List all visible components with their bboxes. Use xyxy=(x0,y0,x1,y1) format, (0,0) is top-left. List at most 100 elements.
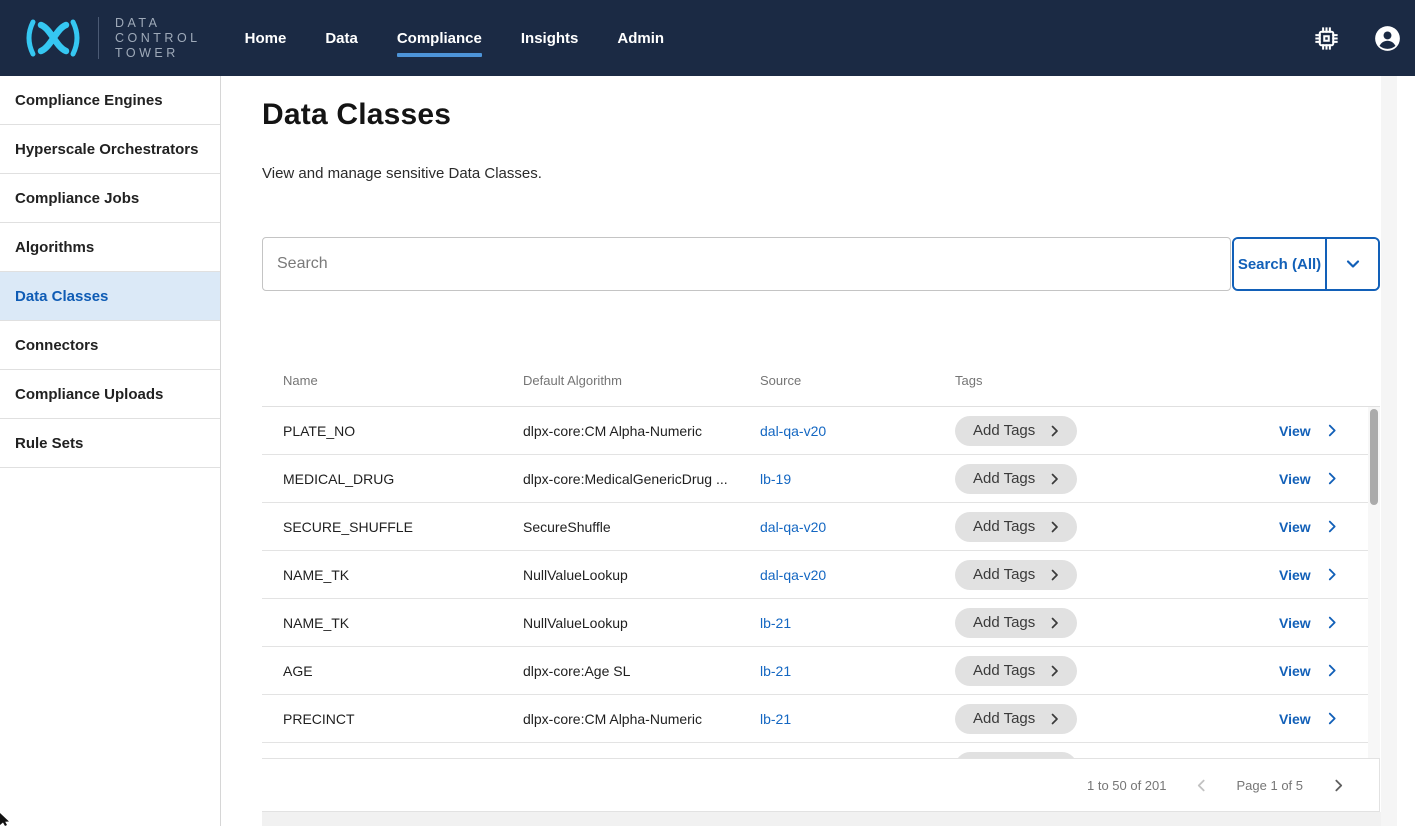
add-tags-label: Add Tags xyxy=(973,518,1035,535)
default-algorithm: dlpx-core:CM Alpha-Numeric xyxy=(523,711,760,727)
chevron-right-icon xyxy=(1049,569,1061,581)
view-button[interactable]: View xyxy=(1279,423,1368,439)
sidebar-item-algorithms[interactable]: Algorithms xyxy=(0,223,220,272)
data-class-name: SECURE_SHUFFLE xyxy=(283,519,523,535)
engine-chip-icon[interactable] xyxy=(1313,25,1340,52)
data-class-name: PLATE_NO xyxy=(283,423,523,439)
table-row-secure-shuffle: SECURE_SHUFFLE SecureShuffle dal-qa-v20 … xyxy=(262,503,1368,551)
sidebar-item-compliance-engines[interactable]: Compliance Engines xyxy=(0,76,220,125)
table-scrollbar[interactable] xyxy=(1368,407,1380,758)
source-link[interactable]: lb-19 xyxy=(760,471,791,487)
nav-tab-label: Home xyxy=(245,30,287,47)
data-class-name: NAME_TK xyxy=(283,615,523,631)
chevron-down-icon xyxy=(1344,255,1362,273)
chevron-right-icon xyxy=(1049,425,1061,437)
source-link[interactable]: dal-qa-v20 xyxy=(760,567,826,583)
sidebar-item-label: Hyperscale Orchestrators xyxy=(15,141,198,158)
chevron-right-icon xyxy=(1049,713,1061,725)
add-tags-label: Add Tags xyxy=(973,662,1035,679)
top-navbar: DATA CONTROL TOWER Home Data Compliance … xyxy=(0,0,1415,76)
table-body: PLATE_NO dlpx-core:CM Alpha-Numeric dal-… xyxy=(262,407,1380,758)
source-link[interactable]: lb-21 xyxy=(760,711,791,727)
page-scrollbar[interactable] xyxy=(1381,76,1397,826)
search-all-button[interactable]: Search (All) xyxy=(1234,239,1327,289)
add-tags-button[interactable]: Add Tags xyxy=(955,704,1077,734)
default-algorithm: dlpx-core:MedicalGenericDrug ... xyxy=(523,471,760,487)
data-class-name: NAME_TK xyxy=(283,567,523,583)
search-input[interactable] xyxy=(262,237,1231,291)
sidebar-item-data-classes[interactable]: Data Classes xyxy=(0,272,220,321)
sidebar-item-rule-sets[interactable]: Rule Sets xyxy=(0,419,220,468)
table-row-partial: Add Tags xyxy=(262,743,1368,758)
table-row-precinct: PRECINCT dlpx-core:CM Alpha-Numeric lb-2… xyxy=(262,695,1368,743)
sidebar-item-hyperscale-orchestrators[interactable]: Hyperscale Orchestrators xyxy=(0,125,220,174)
pagination-range: 1 to 50 of 201 xyxy=(1087,778,1167,793)
chevron-right-icon xyxy=(1326,472,1339,485)
account-icon[interactable] xyxy=(1374,25,1401,52)
sidebar-item-compliance-jobs[interactable]: Compliance Jobs xyxy=(0,174,220,223)
page-title: Data Classes xyxy=(262,98,451,132)
source-link[interactable]: lb-21 xyxy=(760,615,791,631)
nav-tab-admin[interactable]: Admin xyxy=(617,0,664,76)
add-tags-button[interactable]: Add Tags xyxy=(955,656,1077,686)
view-button[interactable]: View xyxy=(1279,519,1368,535)
delphix-logo-icon xyxy=(22,15,84,61)
add-tags-label: Add Tags xyxy=(973,566,1035,583)
main-content: Data Classes View and manage sensitive D… xyxy=(221,76,1415,826)
nav-tab-label: Data xyxy=(325,30,358,47)
sidebar-item-connectors[interactable]: Connectors xyxy=(0,321,220,370)
search-button-group: Search (All) xyxy=(1232,237,1380,291)
view-button[interactable]: View xyxy=(1279,567,1368,583)
next-page-button[interactable] xyxy=(1329,776,1347,794)
view-label: View xyxy=(1279,711,1311,727)
view-button[interactable]: View xyxy=(1279,471,1368,487)
sidebar-item-label: Data Classes xyxy=(15,288,108,305)
chevron-right-icon xyxy=(1326,520,1339,533)
view-label: View xyxy=(1279,423,1311,439)
column-header-tags: Tags xyxy=(955,373,1279,388)
sidebar-item-label: Rule Sets xyxy=(15,435,83,452)
add-tags-button[interactable]: Add Tags xyxy=(955,464,1077,494)
add-tags-button[interactable]: Add Tags xyxy=(955,512,1077,542)
main-nav: Home Data Compliance Insights Admin xyxy=(245,0,664,76)
view-button[interactable]: View xyxy=(1279,615,1368,631)
view-label: View xyxy=(1279,663,1311,679)
add-tags-label: Add Tags xyxy=(973,422,1035,439)
previous-page-button[interactable] xyxy=(1193,776,1211,794)
chevron-right-icon xyxy=(1049,617,1061,629)
view-button[interactable]: View xyxy=(1279,711,1368,727)
navbar-right xyxy=(1313,25,1415,52)
add-tags-label: Add Tags xyxy=(973,614,1035,631)
nav-tab-compliance[interactable]: Compliance xyxy=(397,0,482,76)
table-header-row: Name Default Algorithm Source Tags xyxy=(262,355,1380,407)
data-classes-table: Name Default Algorithm Source Tags PLATE… xyxy=(262,355,1380,812)
table-row-age: AGE dlpx-core:Age SL lb-21 Add Tags xyxy=(262,647,1368,695)
view-label: View xyxy=(1279,567,1311,583)
add-tags-label: Add Tags xyxy=(973,710,1035,727)
page-subtitle: View and manage sensitive Data Classes. xyxy=(262,165,542,182)
nav-tab-label: Admin xyxy=(617,30,664,47)
logo: DATA CONTROL TOWER xyxy=(0,15,201,61)
horizontal-scrollbar[interactable] xyxy=(262,812,1395,826)
data-class-name: MEDICAL_DRUG xyxy=(283,471,523,487)
sidebar-item-label: Connectors xyxy=(15,337,98,354)
sidebar-item-label: Algorithms xyxy=(15,239,94,256)
table-row-name-tk: NAME_TK NullValueLookup dal-qa-v20 Add T… xyxy=(262,551,1368,599)
source-link[interactable]: dal-qa-v20 xyxy=(760,519,826,535)
nav-tab-label: Insights xyxy=(521,30,579,47)
nav-tab-label: Compliance xyxy=(397,30,482,47)
add-tags-button[interactable]: Add Tags xyxy=(955,416,1077,446)
nav-tab-home[interactable]: Home xyxy=(245,0,287,76)
table-scrollbar-thumb[interactable] xyxy=(1370,409,1378,505)
source-link[interactable]: lb-21 xyxy=(760,663,791,679)
view-label: View xyxy=(1279,519,1311,535)
sidebar-item-compliance-uploads[interactable]: Compliance Uploads xyxy=(0,370,220,419)
nav-tab-insights[interactable]: Insights xyxy=(521,0,579,76)
add-tags-button[interactable]: Add Tags xyxy=(955,608,1077,638)
source-link[interactable]: dal-qa-v20 xyxy=(760,423,826,439)
search-options-chevron-button[interactable] xyxy=(1327,239,1378,289)
view-button[interactable]: View xyxy=(1279,663,1368,679)
nav-tab-data[interactable]: Data xyxy=(325,0,358,76)
chevron-right-icon xyxy=(1326,424,1339,437)
add-tags-button[interactable]: Add Tags xyxy=(955,560,1077,590)
